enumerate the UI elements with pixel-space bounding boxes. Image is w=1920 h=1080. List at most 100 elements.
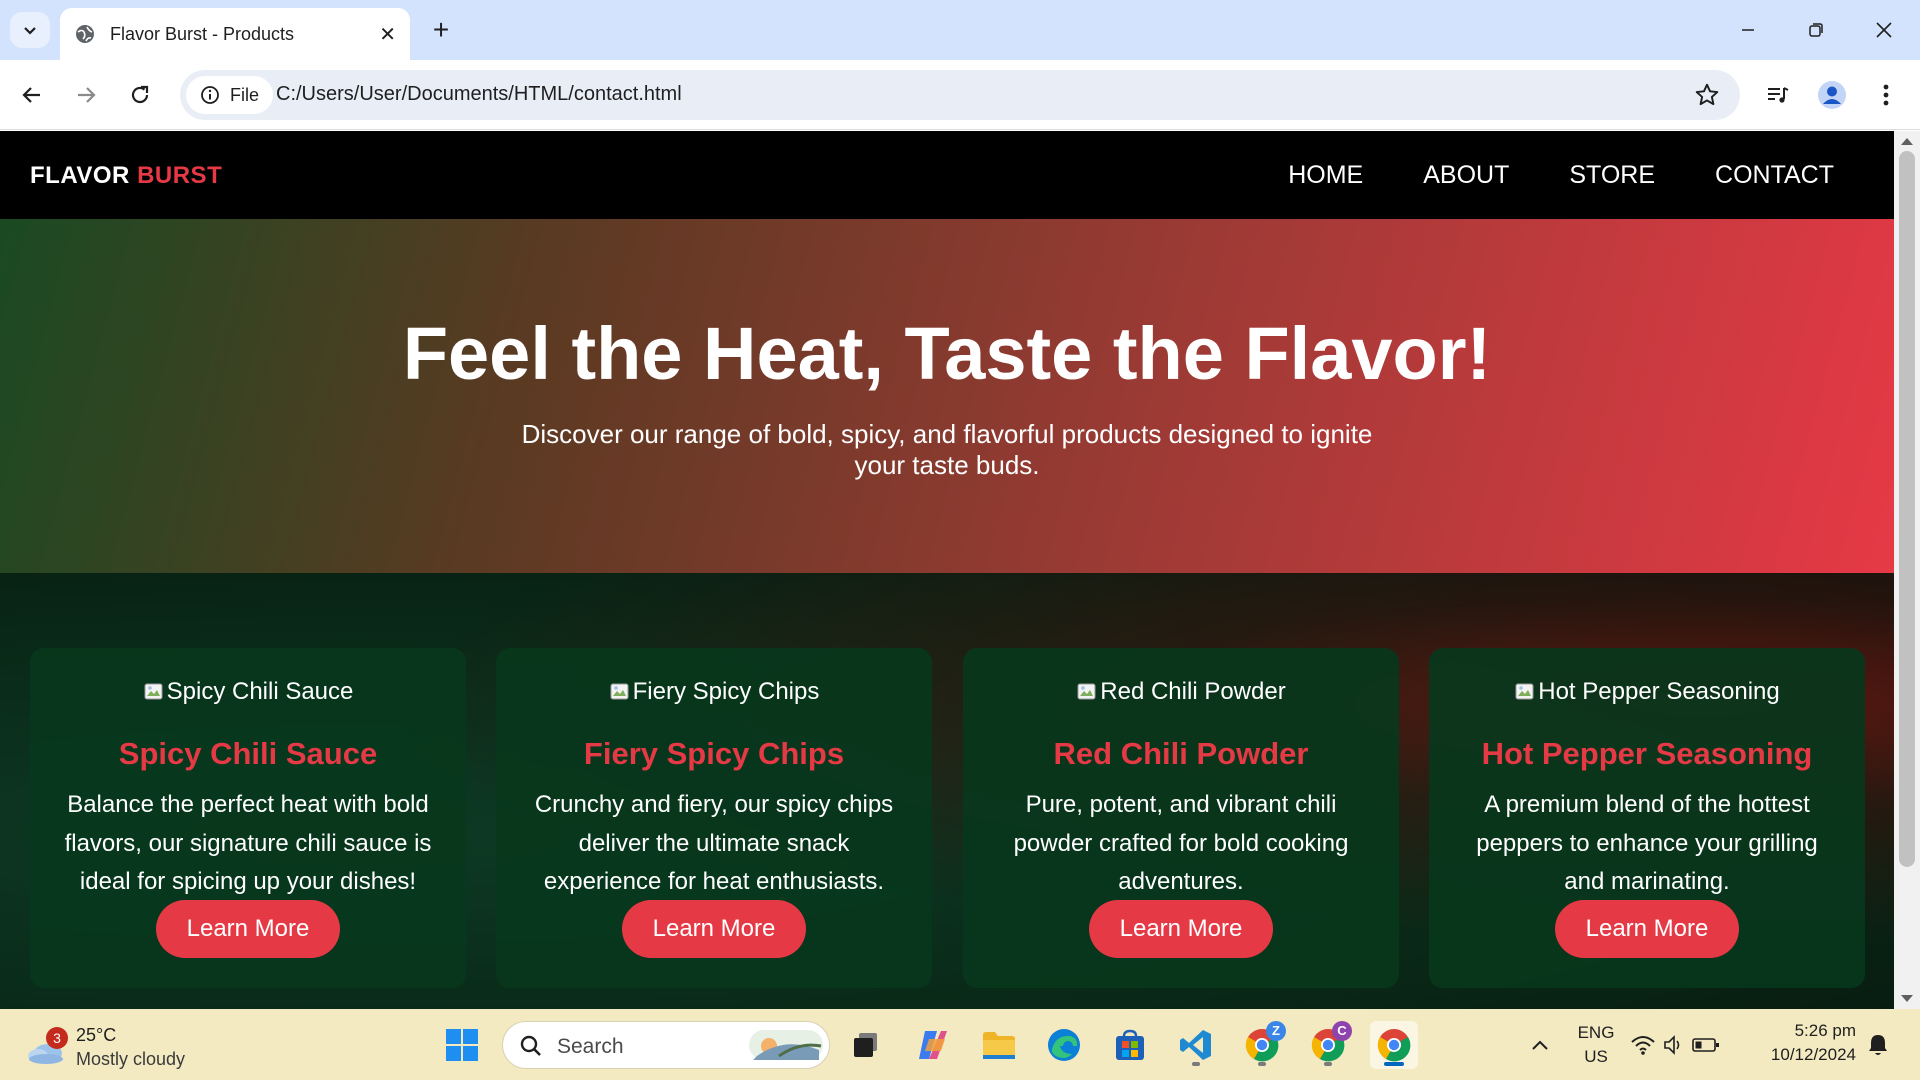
chrome-profile-z-button[interactable]: Z	[1238, 1021, 1286, 1069]
file-explorer-button[interactable]	[975, 1021, 1023, 1069]
product-description: A premium blend of the hottest peppers t…	[1476, 791, 1818, 895]
bookmark-button[interactable]	[1694, 82, 1720, 113]
start-button[interactable]	[438, 1021, 486, 1069]
copilot-button[interactable]	[909, 1021, 957, 1069]
search-icon	[520, 1035, 541, 1056]
windows-taskbar: 3 25°C Mostly cloudy Search Z C ENG US 5…	[0, 1009, 1920, 1080]
site-navbar: FLAVOR BURST HOME ABOUT STORE CONTACT	[0, 131, 1894, 219]
scroll-up-arrow[interactable]	[1901, 138, 1913, 145]
site-nav-links: HOME ABOUT STORE CONTACT	[1288, 131, 1834, 219]
forward-icon	[78, 87, 96, 103]
page-viewport: FLAVOR BURST HOME ABOUT STORE CONTACT Fe…	[0, 131, 1894, 1009]
media-controls-button[interactable]	[1758, 75, 1798, 115]
tab-list-icon	[24, 27, 36, 35]
menu-icon	[1883, 84, 1889, 106]
language-indicator[interactable]: ENG US	[1576, 1023, 1616, 1067]
learn-more-button[interactable]: Learn More	[1555, 900, 1739, 958]
broken-image-icon	[1515, 683, 1534, 700]
weather-badge: 3	[46, 1027, 68, 1049]
close-icon[interactable]: ✕	[379, 22, 396, 47]
running-indicator	[1192, 1062, 1200, 1066]
weather-temperature: 25°C	[76, 1025, 117, 1045]
hero-section: Feel the Heat, Taste the Flavor! Discove…	[0, 219, 1894, 573]
new-tab-button[interactable]: +	[424, 14, 458, 48]
task-view-icon	[854, 1033, 877, 1057]
product-card: Hot Pepper Seasoning Hot Pepper Seasonin…	[1429, 648, 1865, 988]
back-icon	[22, 87, 40, 103]
chrome-profile-badge: Z	[1266, 1021, 1286, 1041]
page-scrollbar[interactable]	[1894, 131, 1920, 1009]
reload-icon	[131, 85, 149, 104]
weather-condition: Mostly cloudy	[76, 1049, 186, 1069]
products-section: Spicy Chili Sauce Spicy Chili Sauce Bala…	[0, 573, 1894, 1009]
vscode-button[interactable]	[1172, 1021, 1220, 1069]
close-window-icon	[1876, 22, 1892, 38]
broken-image-icon	[1077, 683, 1096, 700]
restore-button[interactable]	[1788, 8, 1844, 52]
scroll-down-arrow[interactable]	[1901, 995, 1913, 1002]
nav-link-home[interactable]: HOME	[1288, 161, 1363, 190]
nav-link-contact[interactable]: CONTACT	[1715, 161, 1834, 190]
weather-widget[interactable]: 3 25°C Mostly cloudy	[26, 1021, 206, 1069]
product-image-alt: Fiery Spicy Chips	[632, 678, 820, 705]
search-label: Search	[557, 1035, 624, 1058]
minimize-button[interactable]	[1720, 8, 1776, 52]
show-hidden-icons-button[interactable]	[1516, 1021, 1564, 1069]
scrollbar-thumb[interactable]	[1899, 151, 1915, 867]
running-indicator	[1258, 1062, 1266, 1066]
globe-icon	[76, 25, 94, 43]
chrome-profile-badge: C	[1332, 1021, 1352, 1041]
wifi-icon	[1631, 1036, 1655, 1055]
product-image-alt: Hot Pepper Seasoning	[1538, 678, 1780, 705]
learn-more-button[interactable]: Learn More	[156, 900, 340, 958]
tab-search-button[interactable]	[10, 12, 50, 48]
store-button[interactable]	[1106, 1021, 1154, 1069]
close-window-button[interactable]	[1856, 8, 1912, 52]
start-icon	[446, 1029, 478, 1061]
address-bar[interactable]: File C:/Users/User/Documents/HTML/contac…	[180, 70, 1740, 120]
search-highlight-image	[749, 1030, 823, 1060]
forward-button[interactable]	[66, 75, 106, 115]
volume-icon	[1664, 1035, 1680, 1055]
taskbar-search[interactable]: Search	[502, 1021, 830, 1069]
chrome-profile-c-button[interactable]: C	[1304, 1021, 1352, 1069]
region-code: US	[1584, 1047, 1608, 1066]
logo-text-1: FLAVOR	[30, 162, 130, 189]
running-indicator	[1324, 1062, 1332, 1066]
clock-time: 5:26 pm	[1794, 1021, 1856, 1040]
nav-link-store[interactable]: STORE	[1569, 161, 1655, 190]
menu-button[interactable]	[1866, 75, 1906, 115]
reload-button[interactable]	[120, 75, 160, 115]
edge-icon	[1048, 1029, 1080, 1061]
chrome-active-button[interactable]	[1370, 1021, 1418, 1069]
product-description: Balance the perfect heat with bold flavo…	[64, 791, 432, 895]
info-icon	[201, 86, 219, 104]
hero-subtitle: Discover our range of bold, spicy, and f…	[521, 419, 1373, 480]
active-indicator	[1384, 1062, 1404, 1066]
product-description: Crunchy and fiery, our spicy chips deliv…	[534, 791, 894, 895]
quick-settings-button[interactable]	[1626, 1021, 1724, 1069]
notifications-button[interactable]	[1856, 1021, 1900, 1069]
media-icon	[1768, 87, 1789, 103]
notification-icon	[1869, 1035, 1887, 1055]
minimize-icon	[1742, 29, 1754, 31]
file-explorer-icon	[983, 1032, 1015, 1059]
nav-link-about[interactable]: ABOUT	[1423, 161, 1509, 190]
product-title: Red Chili Powder	[1053, 736, 1309, 771]
task-view-button[interactable]	[842, 1021, 890, 1069]
browser-tab[interactable]: Flavor Burst - Products ✕	[60, 8, 410, 60]
profile-button[interactable]	[1812, 75, 1852, 115]
learn-more-button[interactable]: Learn More	[1089, 900, 1273, 958]
clock-date: 10/12/2024	[1770, 1045, 1856, 1064]
url-chip-label: File	[230, 84, 260, 105]
learn-more-button[interactable]: Learn More	[622, 900, 806, 958]
product-image: Fiery Spicy Chips	[496, 678, 932, 706]
site-info-chip[interactable]: File	[186, 76, 274, 114]
logo-text-2: BURST	[137, 162, 223, 189]
chevron-up-icon	[1532, 1040, 1548, 1050]
site-logo[interactable]: FLAVOR BURST	[30, 162, 222, 190]
back-button[interactable]	[12, 75, 52, 115]
clock[interactable]: 5:26 pm 10/12/2024	[1756, 1021, 1856, 1065]
url-text[interactable]: C:/Users/User/Documents/HTML/contact.htm…	[276, 83, 682, 106]
edge-button[interactable]	[1040, 1021, 1088, 1069]
